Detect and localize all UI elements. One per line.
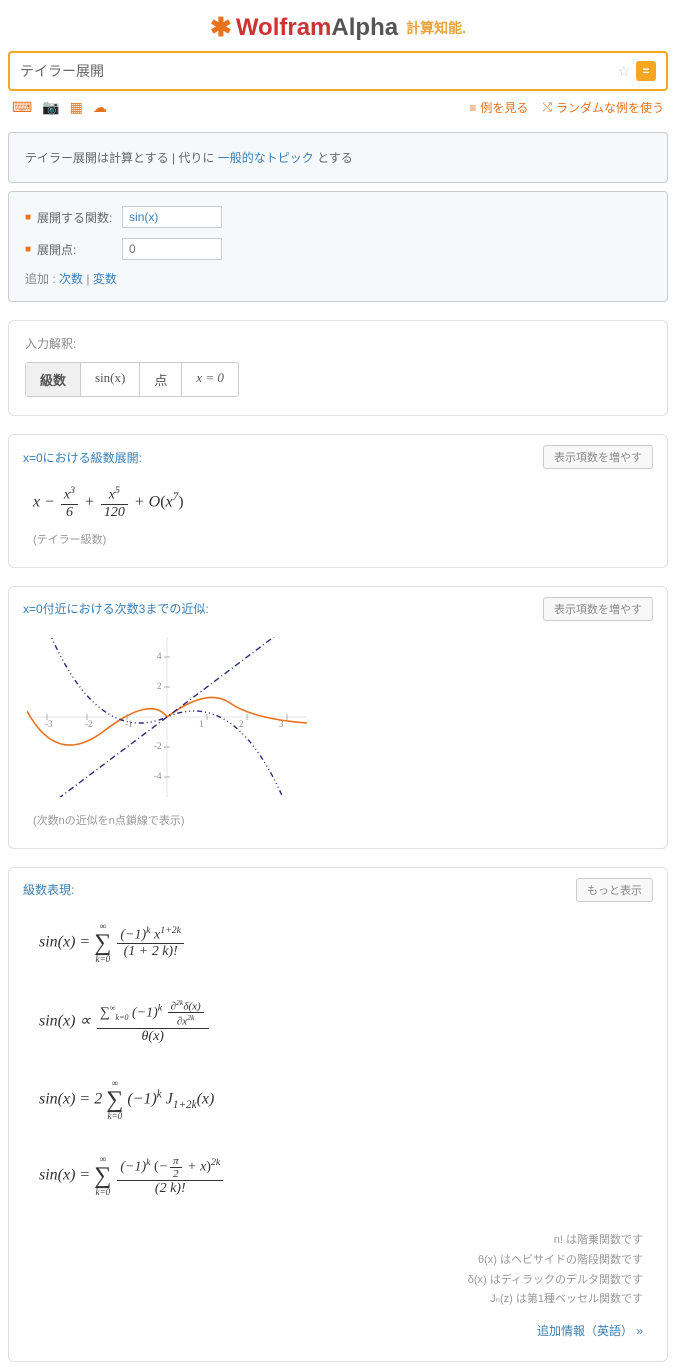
param-func-label: 展開する関数: (37, 209, 122, 226)
brand-wolfram: Wolfram (236, 14, 332, 41)
data-input-icon[interactable]: ▦ (70, 99, 83, 116)
formula-2: sin(x) ∝ ∑∞k=0 (−1)k ∂2kδ(x)∂x2k θ(x) (29, 992, 647, 1051)
interpretation-pod: 入力解釈: 級数 sin(x) 点 x = 0 (8, 320, 668, 416)
image-input-icon[interactable]: 📷 (42, 99, 59, 116)
more-button[interactable]: もっと表示 (576, 878, 653, 902)
parameters-box: ■ 展開する関数: ■ 展開点: 追加 : 次数 | 変数 (8, 191, 668, 302)
svg-text:2: 2 (157, 681, 162, 691)
svg-text:2: 2 (239, 719, 244, 729)
topic-link[interactable]: 一般的なトピック (218, 151, 314, 165)
svg-text:-1: -1 (125, 719, 133, 729)
extended-keyboard-icon[interactable]: ⌨ (12, 99, 32, 116)
shuffle-icon: ⤭ (542, 100, 552, 115)
list-icon: ≡ (469, 101, 476, 115)
pod-title: x=0における級数展開: (23, 449, 142, 466)
note: θ(x) はヘビサイドの階段関数です (33, 1251, 643, 1271)
svg-text:-2: -2 (154, 741, 162, 751)
examples-link[interactable]: ≡例を見る (469, 99, 528, 116)
brand-alpha: Alpha (331, 14, 398, 41)
interp-cell: x = 0 (182, 363, 238, 396)
interp-cell: sin(x) (81, 363, 140, 396)
favorite-icon[interactable]: ☆ (617, 63, 630, 80)
more-terms-button[interactable]: 表示項数を増やす (543, 445, 653, 469)
approximation-pod: x=0付近における次数3までの近似: 表示項数を増やす 123 -1-2-3 2… (8, 586, 668, 849)
wolfram-star-icon: ✱ (210, 12, 232, 43)
param-point-label: 展開点: (37, 241, 122, 258)
svg-text:4: 4 (157, 651, 162, 661)
interp-row: 級数 sin(x) 点 x = 0 (25, 362, 239, 397)
add-degree-link[interactable]: 次数 (59, 272, 83, 286)
param-point-input[interactable] (122, 238, 222, 260)
svg-text:-4: -4 (154, 771, 162, 781)
add-variable-link[interactable]: 変数 (93, 272, 117, 286)
more-terms-button[interactable]: 表示項数を増やす (543, 597, 653, 621)
series-expansion-pod: x=0における級数展開: 表示項数を増やす x − x36 + x5120 + … (8, 434, 668, 568)
bullet-icon: ■ (25, 244, 31, 255)
interp-cell: 級数 (26, 363, 81, 396)
formula-3: sin(x) = 2 ∞∑k=0 (−1)k J1+2k(x) (29, 1073, 647, 1127)
hint-prefix: テイラー展開は計算とする | 代りに (25, 151, 218, 165)
header: ✱ WolframAlpha 計算知能. (0, 0, 676, 51)
file-upload-icon[interactable]: ☁ (93, 99, 107, 116)
param-func-input[interactable] (122, 206, 222, 228)
toolbar: ⌨ 📷 ▦ ☁ ≡例を見る ⤭ランダムな例を使う (0, 91, 676, 124)
random-link[interactable]: ⤭ランダムな例を使う (542, 99, 664, 116)
series-formula: x − x36 + x5120 + O(x7) (23, 479, 653, 527)
more-info-link[interactable]: 追加情報（英語） » (537, 1324, 643, 1338)
svg-text:-3: -3 (45, 719, 53, 729)
pod-title: 級数表現: (23, 881, 74, 898)
note: Jₙ(z) は第1種ベッセル関数です (33, 1290, 643, 1310)
assumption-box: テイラー展開は計算とする | 代りに 一般的なトピック とする (8, 132, 668, 183)
plot: 123 -1-2-3 24 -2-4 (23, 631, 653, 808)
search-bar[interactable]: ☆ = (8, 51, 668, 91)
param-add-row: 追加 : 次数 | 変数 (25, 270, 651, 287)
interp-cell: 点 (140, 363, 182, 396)
bullet-icon: ■ (25, 212, 31, 223)
formula-4: sin(x) = ∞∑k=0 (−1)k (−π2 + x)2k(2 k)! (29, 1149, 647, 1203)
hint-suffix: とする (314, 151, 353, 165)
plot-caption: (次数nの近似をn点鎖線で表示) (23, 808, 653, 832)
series-caption: (テイラー級数) (23, 527, 653, 551)
logo[interactable]: ✱ WolframAlpha 計算知能. (210, 12, 466, 43)
series-representations-pod: 級数表現: もっと表示 sin(x) = ∞∑k=0 (−1)k x1+2k(1… (8, 867, 668, 1363)
submit-button[interactable]: = (636, 61, 656, 81)
svg-text:-2: -2 (85, 719, 93, 729)
pod-title: x=0付近における次数3までの近似: (23, 600, 209, 617)
note: n! は階乗関数です (33, 1231, 643, 1251)
brand-tag: 計算知能. (406, 18, 466, 38)
interp-title: 入力解釈: (25, 335, 651, 352)
svg-text:1: 1 (199, 719, 204, 729)
definitions: n! は階乗関数です θ(x) はヘビサイドの階段関数です δ(x) はディラッ… (23, 1225, 653, 1316)
formula-1: sin(x) = ∞∑k=0 (−1)k x1+2k(1 + 2 k)! (29, 916, 647, 970)
search-input[interactable] (20, 63, 617, 79)
note: δ(x) はディラックのデルタ関数です (33, 1271, 643, 1291)
